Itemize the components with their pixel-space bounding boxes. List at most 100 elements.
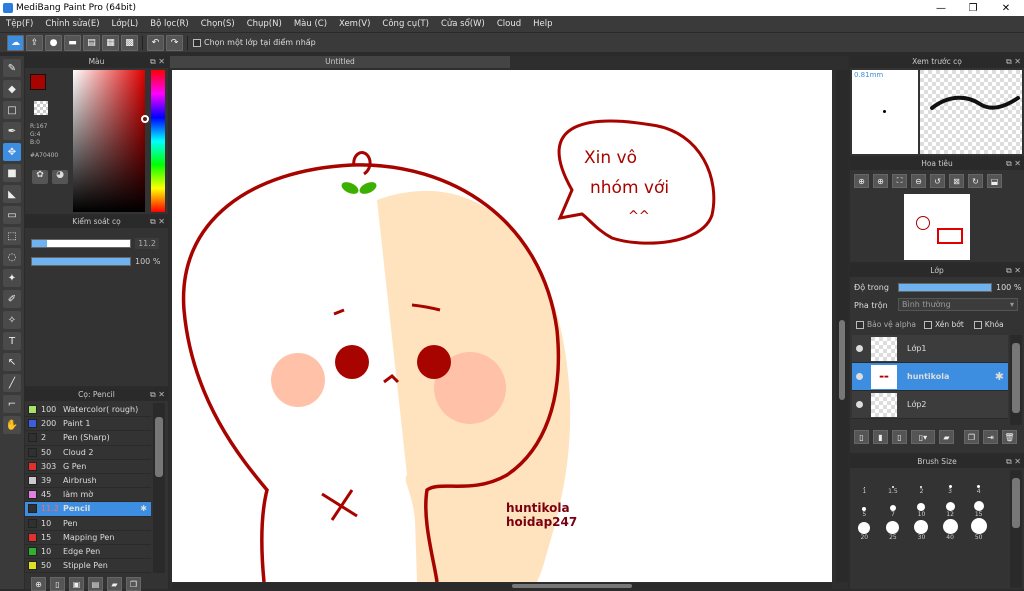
panel-float-close-icon[interactable]: ⧉ ✕ [1006, 265, 1021, 277]
new-8bit-layer-icon[interactable]: ▯ [892, 430, 907, 444]
protect-alpha-checkbox[interactable] [856, 320, 864, 329]
folder-icon[interactable]: ▰ [939, 430, 954, 444]
color-wheel-icon[interactable]: ◕ [52, 170, 68, 184]
zoom-in-icon[interactable]: ⊕ [854, 174, 869, 188]
rectangle-tool-icon[interactable]: □ [3, 101, 21, 119]
select-pen-icon[interactable]: ✐ [3, 290, 21, 308]
delete-layer-icon[interactable]: 🗑 [1002, 430, 1017, 444]
palette-icon[interactable]: ✿ [32, 170, 48, 184]
fit-icon[interactable]: ⛶ [892, 174, 907, 188]
add-layer-menu-icon[interactable]: ▯▾ [911, 430, 935, 444]
menu-tools[interactable]: Công cụ(T) [376, 19, 435, 29]
navigator-viewport[interactable] [937, 228, 963, 244]
clip-checkbox[interactable] [923, 320, 932, 329]
transparent-swatch[interactable] [34, 101, 48, 115]
brush-size-cell[interactable]: 1 [850, 472, 879, 495]
panel-float-close-icon[interactable]: ⧉ ✕ [1006, 56, 1021, 68]
brush-size-slider[interactable] [31, 239, 131, 248]
close-button[interactable]: ✕ [990, 0, 1022, 16]
brush-item[interactable]: 303 G Pen [25, 460, 151, 474]
canvas-vertical-scrollbar[interactable] [836, 70, 848, 582]
brush-size-cell[interactable]: 25 [879, 518, 908, 541]
brush-item[interactable]: 15 Mapping Pen [25, 531, 151, 545]
minimize-button[interactable]: — [925, 0, 957, 16]
panel-float-close-icon[interactable]: ⧉ ✕ [150, 389, 165, 401]
brush-size-cell[interactable]: 1.5 [879, 472, 908, 495]
brush-size-value[interactable]: 11.2 [135, 238, 159, 249]
brush-size-scrollbar[interactable] [1010, 470, 1022, 588]
menu-edit[interactable]: Chỉnh sửa(E) [39, 19, 105, 29]
reset-view-icon[interactable]: ⬓ [987, 174, 1002, 188]
layer-list-scrollbar[interactable] [1010, 335, 1022, 425]
menu-color[interactable]: Màu (C) [288, 19, 333, 29]
primary-color-swatch[interactable] [30, 74, 46, 90]
menu-file[interactable]: Tệp(F) [0, 19, 39, 29]
brush-tool-icon[interactable]: ✎ [3, 59, 21, 77]
brush-item[interactable]: 45 làm mờ [25, 488, 151, 503]
brush-item[interactable]: 10 Edge Pen [25, 545, 151, 560]
navigator-thumbnail[interactable] [904, 194, 970, 260]
brush-item[interactable]: 39 Airbrush [25, 474, 151, 489]
divide-tool-icon[interactable]: ╱ [3, 374, 21, 392]
brush-size-cell[interactable]: 10 [907, 495, 936, 518]
brush-size-cell[interactable]: 40 [936, 518, 965, 541]
brush-size-cell[interactable]: 20 [850, 518, 879, 541]
brush-size-cell[interactable]: 7 [879, 495, 908, 518]
zoom-in-2-icon[interactable]: ⊕ [873, 174, 888, 188]
layer-opacity-slider[interactable] [898, 283, 992, 292]
visibility-icon[interactable] [856, 373, 863, 380]
menu-help[interactable]: Help [527, 19, 558, 29]
lock-checkbox[interactable] [973, 320, 982, 329]
move-tool-icon[interactable]: ✥ [3, 143, 21, 161]
brush-size-cell[interactable]: 12 [936, 495, 965, 518]
menu-select[interactable]: Chọn(S) [195, 19, 241, 29]
brush-item[interactable]: 11.2 Pencil ✱ [25, 502, 151, 517]
panel-float-close-icon[interactable]: ⧉ ✕ [1006, 158, 1021, 170]
select-eraser-icon[interactable]: ✧ [3, 311, 21, 329]
gear-icon[interactable]: ✱ [140, 504, 147, 513]
panel-float-close-icon[interactable]: ⧉ ✕ [150, 56, 165, 68]
menu-snap[interactable]: Chụp(N) [241, 19, 288, 29]
bucket-tool-icon[interactable]: ◣ [3, 185, 21, 203]
document-tab[interactable]: Untitled [170, 56, 510, 68]
layer-row-huntikola[interactable]: ▬▬ huntikola ✱ [852, 363, 1008, 391]
undo-button[interactable]: ↶ [147, 34, 164, 51]
brush-item[interactable]: 100 Watercolor( rough) [25, 403, 151, 418]
brush-item[interactable]: 10 Pen [25, 517, 151, 531]
zoom-out-icon[interactable]: ⊖ [911, 174, 926, 188]
select-tool-icon[interactable]: ⬚ [3, 227, 21, 245]
panel-icon[interactable]: ▦ [102, 34, 119, 51]
brush-item[interactable]: 50 Cloud 2 [25, 446, 151, 460]
brush-list-scrollbar[interactable] [153, 403, 165, 573]
document-icon[interactable]: ▤ [83, 34, 100, 51]
brush-item[interactable]: 50 Stipple Pen [25, 559, 151, 574]
saturation-value-picker[interactable] [73, 70, 145, 212]
brush-size-cell[interactable]: 3 [936, 472, 965, 495]
cloud-icon[interactable]: ☁ [7, 34, 24, 51]
maximize-button[interactable]: ❐ [957, 0, 989, 16]
fill-rect-tool-icon[interactable]: ■ [3, 164, 21, 182]
brush-size-cell[interactable]: 4 [964, 472, 993, 495]
new-halftone-layer-icon[interactable]: ▮ [873, 430, 888, 444]
brush-opacity-slider[interactable] [31, 257, 131, 266]
gradient-tool-icon[interactable]: ▭ [3, 206, 21, 224]
merge-layer-icon[interactable]: ⇥ [983, 430, 998, 444]
menu-filter[interactable]: Bộ lọc(R) [144, 19, 195, 29]
brush-size-cell[interactable]: 15 [964, 495, 993, 518]
blend-mode-select[interactable]: Bình thường ▾ [898, 298, 1018, 311]
new-layer-icon[interactable]: ▯ [854, 430, 869, 444]
brush-item[interactable]: 200 Paint 1 [25, 417, 151, 432]
brush-item[interactable]: 2 Pen (Sharp) [25, 431, 151, 446]
flip-icon[interactable]: ⊠ [949, 174, 964, 188]
brush-size-cell[interactable]: 50 [964, 518, 993, 541]
brush-size-cell[interactable]: 30 [907, 518, 936, 541]
comment-icon[interactable]: ● [45, 34, 62, 51]
hand-tool-icon[interactable]: ✋ [3, 416, 21, 434]
menu-cloud[interactable]: Cloud [491, 19, 527, 29]
menu-window[interactable]: Cửa sổ(W) [435, 19, 491, 29]
operation-tool-icon[interactable]: ↖ [3, 353, 21, 371]
layer-row-lop2[interactable]: Lớp2 [852, 391, 1008, 419]
rotate-cw-icon[interactable]: ↻ [968, 174, 983, 188]
brush-size-cell[interactable]: 2 [907, 472, 936, 495]
redo-button[interactable]: ↷ [166, 34, 183, 51]
